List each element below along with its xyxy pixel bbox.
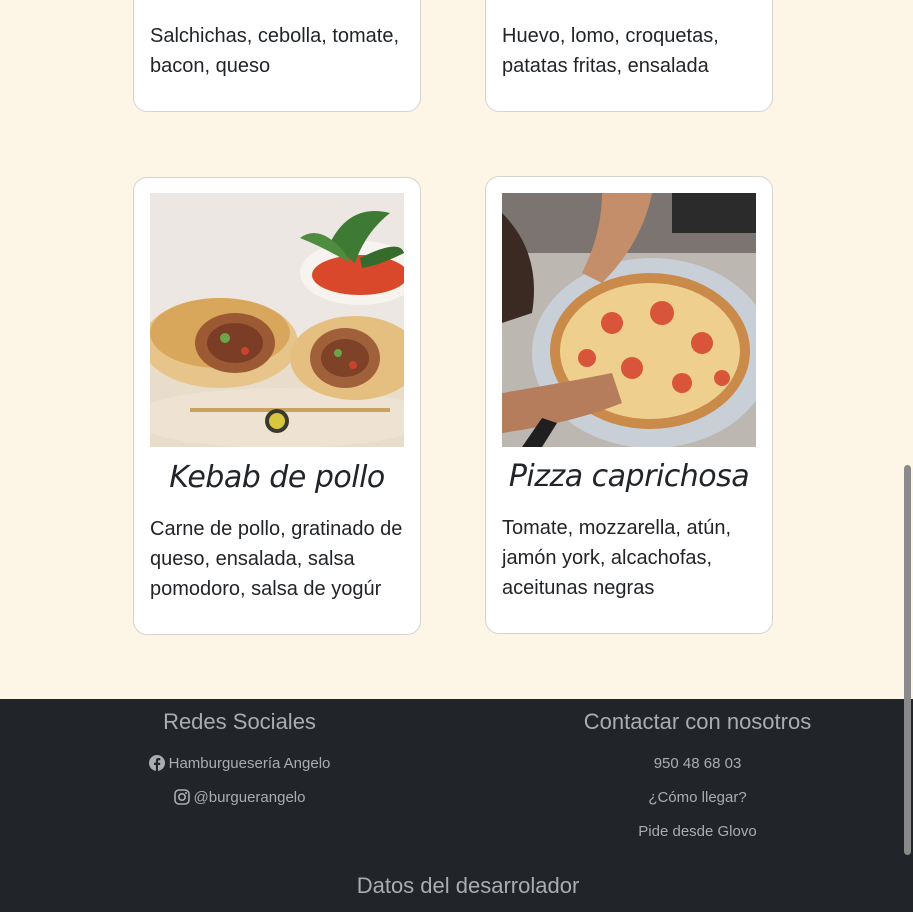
menu-card: Salchichas, cebolla, tomate, bacon, ques… [133, 0, 421, 112]
menu-card-pizza: Pizza caprichosa Tomate, mozzarella, atú… [485, 176, 773, 634]
card-description: Salchichas, cebolla, tomate, bacon, ques… [150, 25, 400, 77]
kebab-photo [150, 193, 404, 447]
menu-card-kebab: Kebab de pollo Carne de pollo, gratinado… [133, 177, 421, 635]
main-content: Salchichas, cebolla, tomate, bacon, ques… [0, 0, 913, 699]
glovo-link[interactable]: Pide desde Glovo [479, 815, 913, 849]
card-title: Pizza caprichosa [508, 459, 750, 494]
instagram-label: @burguerangelo [193, 789, 306, 806]
card-description: Carne de pollo, gratinado de queso, ensa… [150, 518, 403, 600]
phone-link[interactable]: 950 48 68 03 [479, 747, 913, 781]
facebook-label: Hamburguesería Angelo [168, 755, 331, 772]
instagram-icon [173, 789, 190, 805]
contact-heading: Contactar con nosotros [583, 709, 812, 734]
scrollbar-thumb[interactable] [904, 465, 911, 855]
developer-heading: Datos del desarrolador [356, 873, 580, 898]
social-column: Redes Sociales Hamburguesería Angelo @bu… [0, 709, 479, 815]
card-description: Huevo, lomo, croquetas, patatas fritas, … [502, 25, 719, 77]
social-heading: Redes Sociales [163, 709, 316, 734]
card-title: Kebab de pollo [169, 460, 385, 495]
pizza-photo [502, 193, 756, 447]
directions-link[interactable]: ¿Cómo llegar? [479, 781, 913, 815]
facebook-icon [148, 755, 165, 771]
instagram-link[interactable]: @burguerangelo [0, 781, 479, 815]
menu-card: Huevo, lomo, croquetas, patatas fritas, … [485, 0, 773, 112]
card-description: Tomate, mozzarella, atún, jamón york, al… [502, 517, 731, 599]
footer: Redes Sociales Hamburguesería Angelo @bu… [0, 699, 913, 912]
scrollbar[interactable] [903, 0, 913, 912]
contact-column: Contactar con nosotros 950 48 68 03 ¿Cóm… [479, 709, 913, 849]
facebook-link[interactable]: Hamburguesería Angelo [0, 747, 479, 781]
